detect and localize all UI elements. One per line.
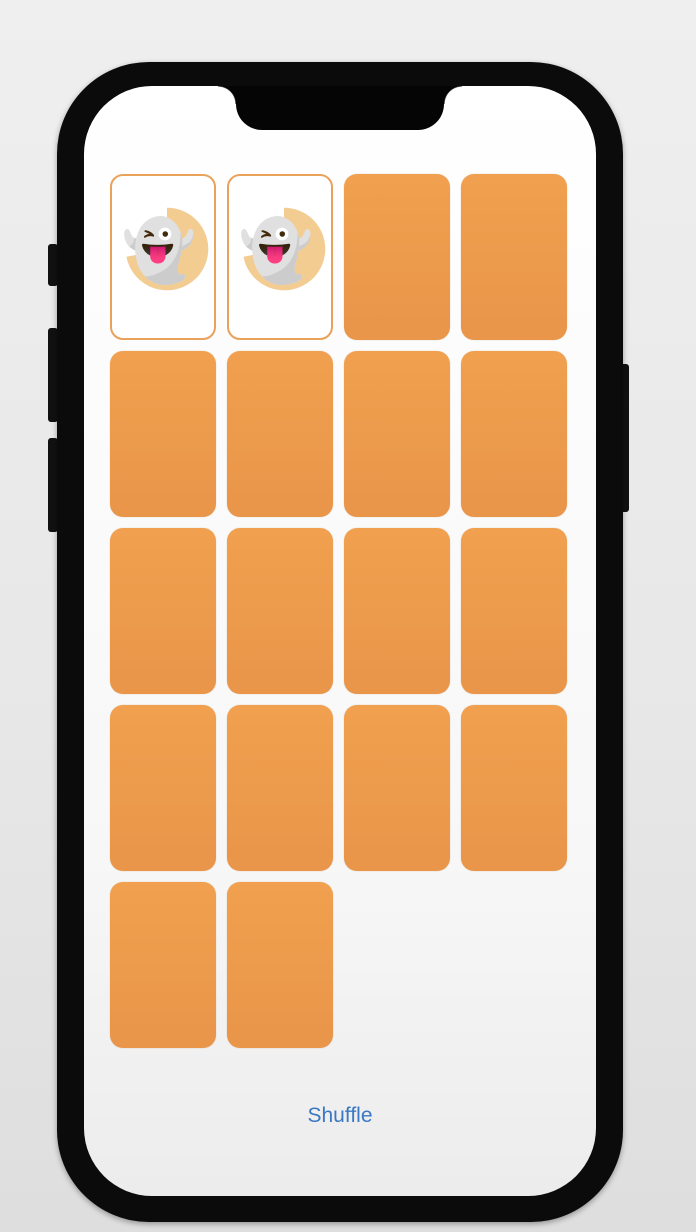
card-face-up[interactable]: 👻 xyxy=(227,174,333,340)
card-face-down[interactable] xyxy=(461,528,567,694)
card-face-down[interactable] xyxy=(110,882,216,1048)
card-face-down[interactable] xyxy=(461,351,567,517)
ghost-emoji: 👻 xyxy=(238,216,314,286)
card-face-down[interactable] xyxy=(227,705,333,871)
card-face-down[interactable] xyxy=(344,528,450,694)
shuffle-button-label: Shuffle xyxy=(307,1104,373,1127)
shuffle-button[interactable]: Shuffle xyxy=(84,1104,596,1128)
card-face-down[interactable] xyxy=(344,705,450,871)
card-face-down[interactable] xyxy=(110,351,216,517)
card-face-up[interactable]: 👻 xyxy=(110,174,216,340)
card-grid: 👻 👻 xyxy=(110,174,572,1048)
card-face-down[interactable] xyxy=(227,882,333,1048)
card-face-down[interactable] xyxy=(461,705,567,871)
card-face-down[interactable] xyxy=(227,351,333,517)
video-frame: 👻 👻 Shuffle xyxy=(0,0,696,1232)
ghost-emoji: 👻 xyxy=(121,216,197,286)
card-face-down[interactable] xyxy=(461,174,567,340)
card-face-down[interactable] xyxy=(227,528,333,694)
card-face-down[interactable] xyxy=(110,705,216,871)
phone-screen: 👻 👻 Shuffle xyxy=(84,86,596,1196)
card-face-down[interactable] xyxy=(110,528,216,694)
card-face-down[interactable] xyxy=(344,174,450,340)
notch xyxy=(218,86,462,130)
card-face-down[interactable] xyxy=(344,351,450,517)
